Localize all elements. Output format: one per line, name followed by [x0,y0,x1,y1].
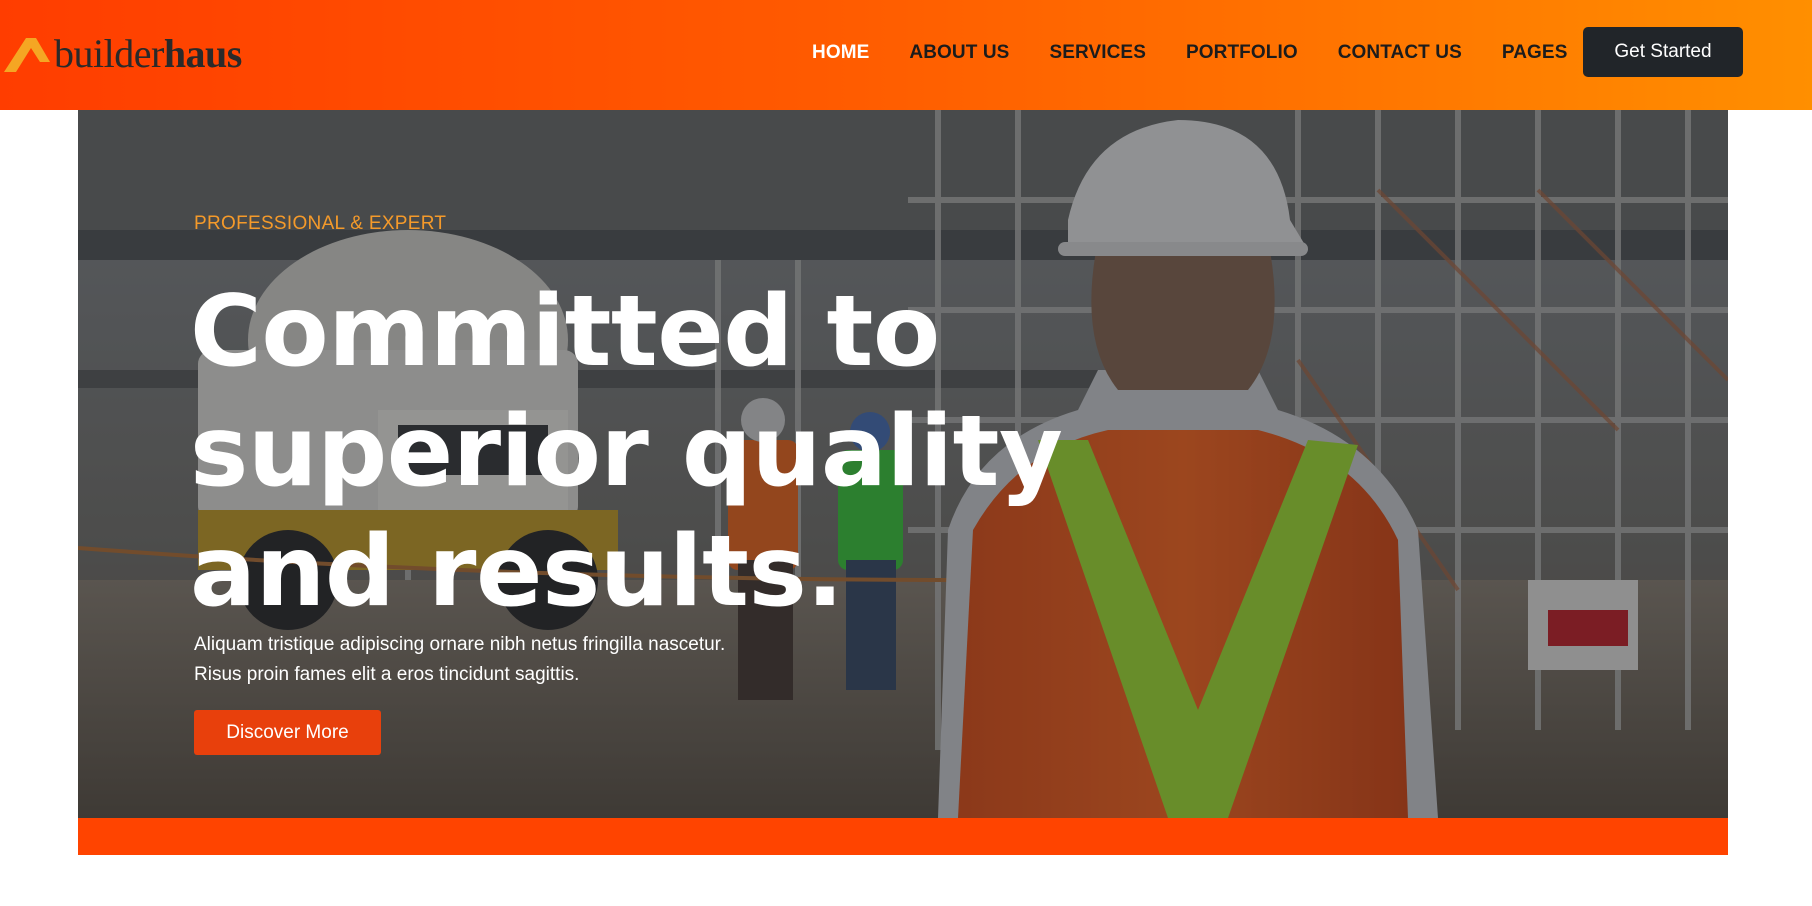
nav-item-home[interactable]: HOME [812,42,869,64]
nav-item-contact-us[interactable]: CONTACT US [1338,42,1462,64]
hero-subtitle-line: Aliquam tristique adipiscing ornare nibh… [194,634,726,655]
site-header: builderhaus HOME ABOUT US SERVICES PORTF… [0,0,1812,110]
hero-title: Committed to superior quality and result… [190,272,1070,632]
brand-name-part1: builder [54,31,164,76]
discover-more-button[interactable]: Discover More [194,710,381,755]
roof-chevron-icon [4,38,50,72]
brand-wordmark: builderhaus [54,34,242,74]
get-started-button[interactable]: Get Started [1583,27,1743,77]
nav-item-about-us[interactable]: ABOUT US [909,42,1009,64]
hero-eyebrow: PROFESSIONAL & EXPERT [194,213,447,234]
hero-title-line: Committed to [190,275,940,389]
hero-title-line: superior quality [190,395,1063,509]
nav-item-portfolio[interactable]: PORTFOLIO [1186,42,1298,64]
hero-title-line: and results. [190,515,844,629]
brand-logo[interactable]: builderhaus [2,31,242,77]
hero-section: PROFESSIONAL & EXPERT Committed to super… [78,110,1728,818]
main-nav: HOME ABOUT US SERVICES PORTFOLIO CONTACT… [792,0,1587,106]
brand-name-part2: haus [163,31,243,76]
hero-subtitle-line: Risus proin fames elit a eros tincidunt … [194,664,580,685]
nav-item-pages[interactable]: PAGES [1502,42,1568,64]
accent-strip [78,818,1728,855]
nav-item-services[interactable]: SERVICES [1049,42,1146,64]
hero-subtitle: Aliquam tristique adipiscing ornare nibh… [194,630,894,690]
